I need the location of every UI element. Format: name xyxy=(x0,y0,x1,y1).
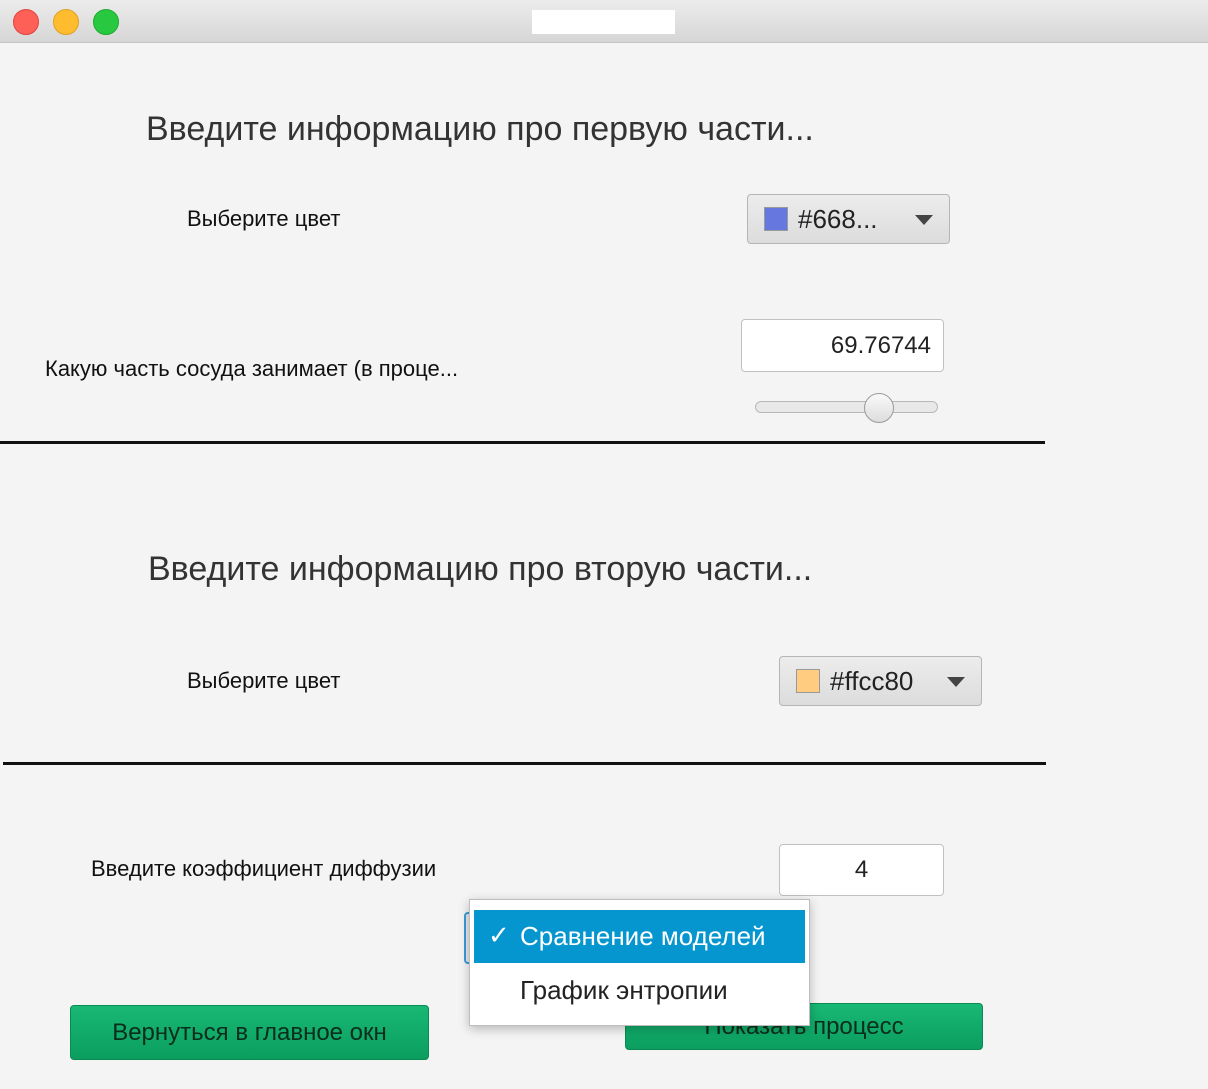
first-color-picker[interactable]: #668... xyxy=(747,194,950,244)
volume-slider-track[interactable] xyxy=(755,401,938,413)
first-part-heading: Введите информацию про первую части... xyxy=(146,110,814,148)
window-title xyxy=(532,10,675,34)
close-window-button[interactable] xyxy=(13,9,39,35)
zoom-window-button[interactable] xyxy=(93,9,119,35)
mode-option-compare-models[interactable]: ✓ Сравнение моделей xyxy=(474,910,805,963)
volume-slider-thumb[interactable] xyxy=(863,393,894,423)
section-divider xyxy=(3,762,1046,765)
mode-option-label: График энтропии xyxy=(520,975,728,1005)
section-divider xyxy=(0,441,1045,444)
back-to-main-label: Вернуться в главное окн xyxy=(112,1018,387,1046)
volume-fraction-field[interactable] xyxy=(741,319,944,372)
title-bar xyxy=(0,0,1208,43)
minimize-window-button[interactable] xyxy=(53,9,79,35)
volume-fraction-label: Какую часть сосуда занимает (в проце... xyxy=(45,356,459,381)
diffusion-field[interactable] xyxy=(779,844,944,896)
second-color-value: #ffcc80 xyxy=(830,665,914,696)
second-color-picker[interactable]: #ffcc80 xyxy=(779,656,982,706)
chevron-down-icon xyxy=(947,677,965,687)
second-color-swatch xyxy=(796,669,820,693)
chevron-down-icon xyxy=(915,215,933,225)
second-color-label: Выберите цвет xyxy=(187,668,341,693)
mode-option-entropy-graph[interactable]: График энтропии xyxy=(474,964,805,1017)
mode-dropdown-popup: ✓ Сравнение моделей График энтропии xyxy=(469,899,810,1026)
second-part-heading: Введите информацию про вторую части... xyxy=(148,550,813,588)
checkmark-icon: ✓ xyxy=(488,920,510,950)
back-to-main-button[interactable]: Вернуться в главное окн xyxy=(70,1005,429,1060)
first-color-value: #668... xyxy=(798,203,878,234)
first-color-swatch xyxy=(764,207,788,231)
diffusion-label: Введите коэффициент диффузии xyxy=(91,856,437,881)
mode-option-label: Сравнение моделей xyxy=(520,921,766,951)
first-color-label: Выберите цвет xyxy=(187,206,341,231)
